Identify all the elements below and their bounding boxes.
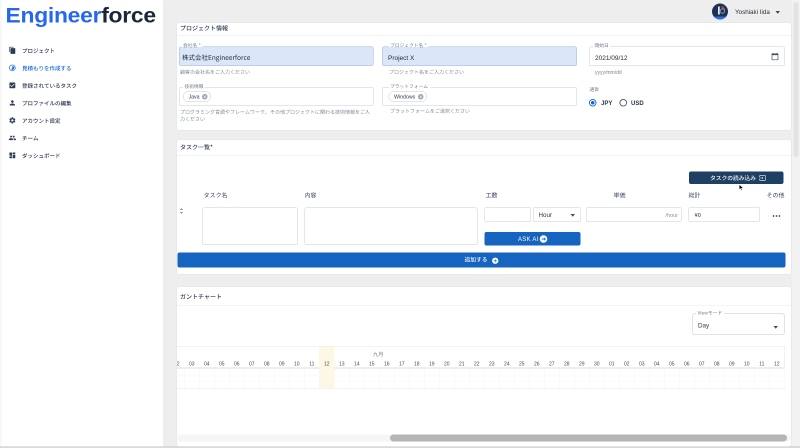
svg-text:21: 21 xyxy=(459,361,465,367)
svg-text:02: 02 xyxy=(177,361,180,367)
svg-text:15: 15 xyxy=(369,361,375,367)
svg-text:ASK AI: ASK AI xyxy=(518,237,539,243)
svg-text:19: 19 xyxy=(429,361,435,367)
svg-text:/hour: /hour xyxy=(665,213,678,219)
svg-text:Windows: Windows xyxy=(394,94,416,100)
svg-text:29: 29 xyxy=(579,361,585,367)
svg-text:08: 08 xyxy=(264,361,270,367)
svg-text:Day: Day xyxy=(698,323,710,330)
svg-text:09: 09 xyxy=(279,361,285,367)
svg-text:11: 11 xyxy=(309,361,314,367)
svg-text:08: 08 xyxy=(714,361,720,367)
svg-text:04: 04 xyxy=(204,361,210,367)
svg-text:Java: Java xyxy=(189,94,200,100)
svg-text:¥0: ¥0 xyxy=(695,213,701,219)
svg-text:Project X: Project X xyxy=(388,55,415,62)
svg-text:04: 04 xyxy=(654,361,660,367)
svg-text:07: 07 xyxy=(249,361,255,367)
svg-text:06: 06 xyxy=(684,361,690,367)
svg-text:09: 09 xyxy=(729,361,735,367)
svg-text:02: 02 xyxy=(624,361,630,367)
svg-text:06: 06 xyxy=(234,361,240,367)
svg-text:17: 17 xyxy=(399,361,405,367)
svg-text:JPY: JPY xyxy=(601,101,612,107)
svg-text:yyyy/mm/dd: yyyy/mm/dd xyxy=(595,70,622,76)
svg-text:13: 13 xyxy=(339,361,345,367)
svg-text:Yoshiaki Iida: Yoshiaki Iida xyxy=(735,9,770,16)
svg-text:14: 14 xyxy=(354,361,360,367)
svg-text:05: 05 xyxy=(669,361,675,367)
svg-text:23: 23 xyxy=(489,361,495,367)
svg-text:18: 18 xyxy=(414,361,420,367)
svg-text:USD: USD xyxy=(631,101,644,107)
svg-text:16: 16 xyxy=(384,361,390,367)
svg-text:Hour: Hour xyxy=(539,212,553,219)
svg-text:11: 11 xyxy=(759,361,764,367)
svg-text:28: 28 xyxy=(564,361,570,367)
svg-text:22: 22 xyxy=(474,361,480,367)
svg-text:03: 03 xyxy=(189,361,195,367)
svg-text:30: 30 xyxy=(594,361,600,367)
svg-text:05: 05 xyxy=(219,361,225,367)
svg-text:20: 20 xyxy=(444,361,450,367)
svg-text:Engineerforce: Engineerforce xyxy=(6,3,156,27)
svg-text:24: 24 xyxy=(504,361,510,367)
svg-text:26: 26 xyxy=(534,361,540,367)
svg-text:12: 12 xyxy=(774,361,780,367)
svg-text:25: 25 xyxy=(519,361,525,367)
svg-text:27: 27 xyxy=(549,361,555,367)
svg-text:10: 10 xyxy=(294,361,300,367)
svg-text:12: 12 xyxy=(324,361,330,367)
svg-text:10: 10 xyxy=(744,361,750,367)
svg-text:03: 03 xyxy=(639,361,645,367)
svg-text:07: 07 xyxy=(699,361,705,367)
svg-text:01: 01 xyxy=(609,361,615,367)
